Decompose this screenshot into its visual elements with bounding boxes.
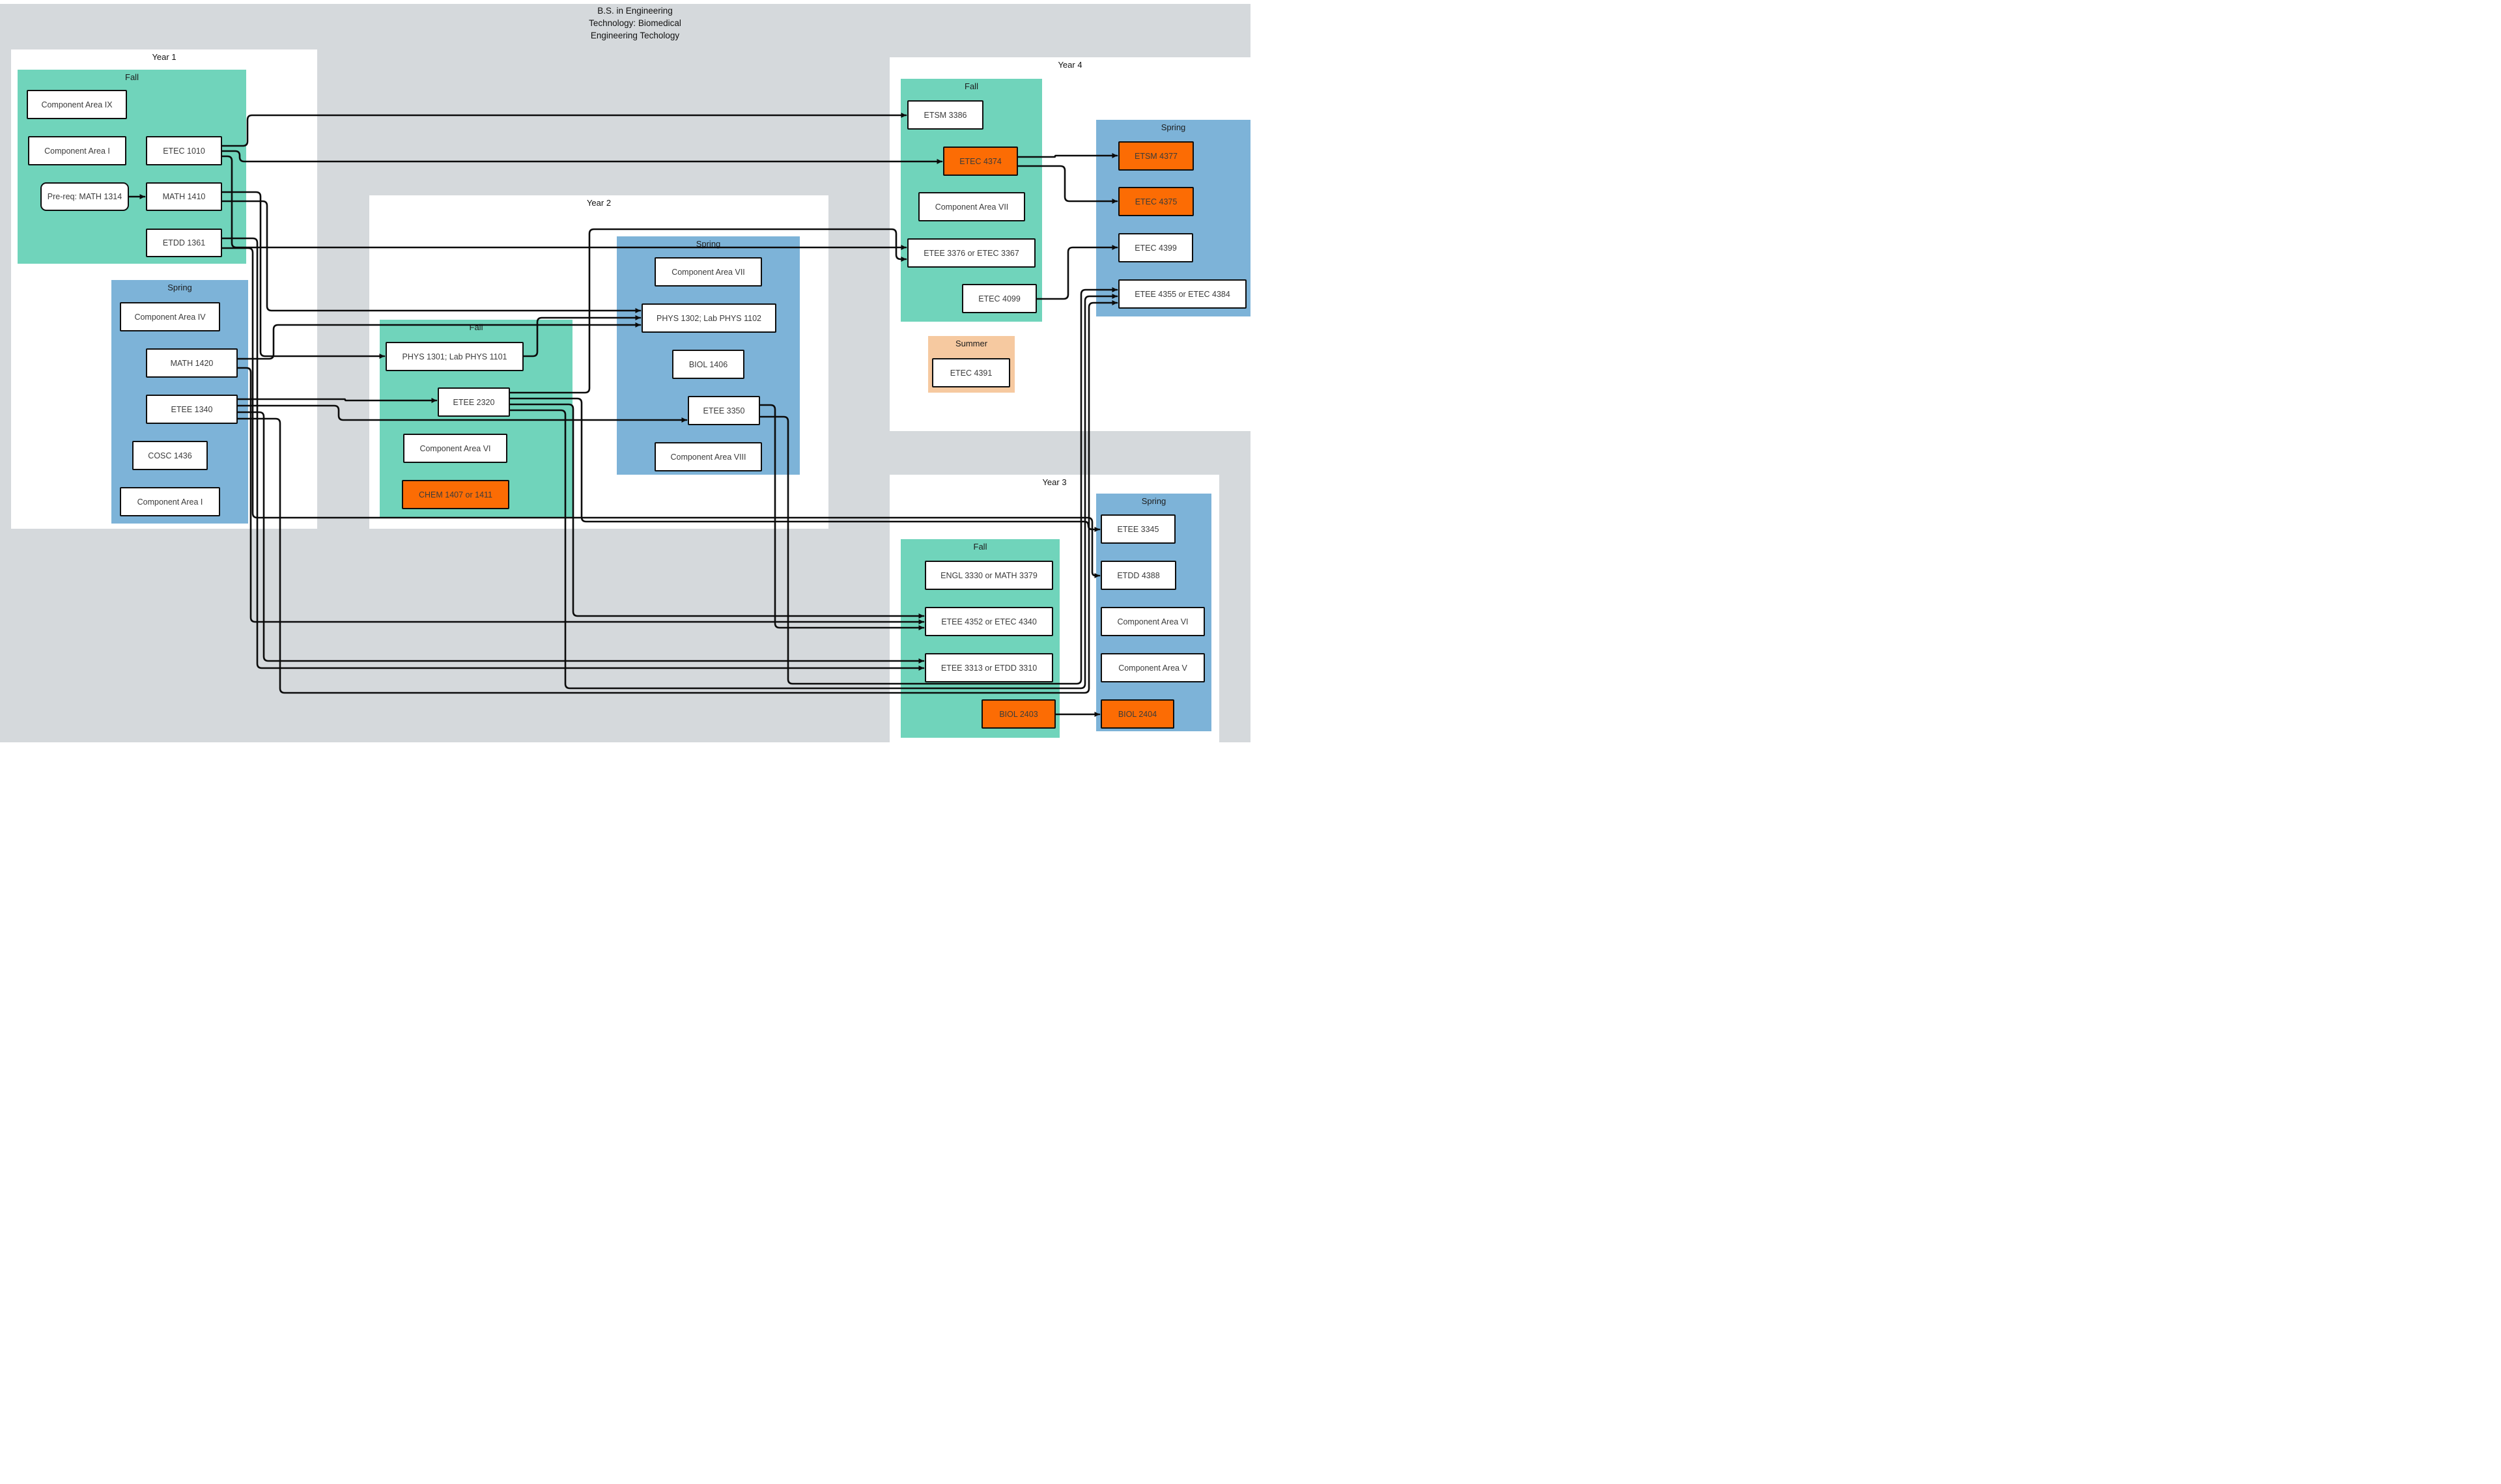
course-box-etsm4377: ETSM 4377 — [1118, 141, 1194, 171]
course-box-etec4399: ETEC 4399 — [1118, 233, 1193, 262]
edge-etee1340-to-etee3313 — [238, 412, 924, 661]
edge-etec1010-to-etec4374 — [222, 151, 942, 161]
course-box-etsm3386: ETSM 3386 — [907, 100, 983, 130]
course-box-engl3330: ENGL 3330 or MATH 3379 — [925, 561, 1053, 590]
edge-etec1010-to-etee3376 — [222, 156, 906, 247]
course-box-comp7y2: Component Area VII — [655, 257, 762, 287]
course-box-etee3376: ETEE 3376 or ETEC 3367 — [907, 238, 1036, 268]
edge-etec4099-to-etec4399 — [1037, 247, 1117, 299]
course-box-comp6y3: Component Area VI — [1101, 607, 1205, 636]
edge-etee1340-to-etee2320 — [238, 399, 436, 400]
course-box-etec4374: ETEC 4374 — [943, 147, 1018, 176]
edge-phys1301-to-phys1302 — [524, 318, 640, 356]
edge-etee2320-to-etee4352 — [510, 404, 924, 616]
course-box-biol2403: BIOL 2403 — [982, 699, 1056, 729]
course-box-etec4375: ETEC 4375 — [1118, 187, 1194, 216]
course-box-comp4: Component Area IV — [120, 302, 220, 331]
course-box-chem1407: CHEM 1407 or 1411 — [402, 480, 509, 509]
course-box-etdd4388: ETDD 4388 — [1101, 561, 1176, 590]
edge-etee2320-to-etee3345 — [510, 399, 1099, 529]
course-box-math1410: MATH 1410 — [146, 182, 222, 211]
course-box-math1314: Pre-req: MATH 1314 — [40, 182, 129, 211]
course-box-comp5: Component Area V — [1101, 653, 1205, 682]
course-box-etee1340: ETEE 1340 — [146, 395, 238, 424]
course-box-comp1s: Component Area I — [120, 487, 220, 516]
flowchart-canvas: B.S. in Engineering Technology: Biomedic… — [0, 0, 1250, 742]
course-box-biol2404: BIOL 2404 — [1101, 699, 1174, 729]
course-box-phys1301: PHYS 1301; Lab PHYS 1101 — [386, 342, 524, 371]
course-box-etee3350: ETEE 3350 — [688, 396, 760, 425]
course-box-etec1010: ETEC 1010 — [146, 136, 222, 165]
course-box-etec4099: ETEC 4099 — [962, 284, 1037, 313]
course-box-phys1302: PHYS 1302; Lab PHYS 1102 — [642, 303, 776, 333]
edge-etec4374-to-etsm4377 — [1018, 156, 1117, 157]
course-box-comp6y2: Component Area VI — [403, 434, 507, 463]
course-box-etee4352: ETEE 4352 or ETEC 4340 — [925, 607, 1053, 636]
course-box-etee4355: ETEE 4355 or ETEC 4384 — [1118, 279, 1247, 309]
edge-math1410-to-phys1302 — [222, 201, 640, 311]
course-box-etee3313: ETEE 3313 or ETDD 3310 — [925, 653, 1053, 682]
edge-etee3350-to-etee4352 — [760, 405, 924, 628]
course-box-comp9: Component Area IX — [27, 90, 127, 119]
course-box-etec4391: ETEC 4391 — [932, 358, 1010, 387]
course-box-comp1f: Component Area I — [28, 136, 126, 165]
course-box-etdd1361: ETDD 1361 — [146, 229, 222, 257]
course-box-etee2320: ETEE 2320 — [438, 387, 510, 417]
course-box-comp7y4: Component Area VII — [918, 192, 1025, 221]
course-box-math1420: MATH 1420 — [146, 348, 238, 378]
course-box-cosc1436: COSC 1436 — [132, 441, 208, 470]
edge-math1420-to-etee4352 — [238, 368, 924, 622]
edge-etec4374-to-etec4375 — [1018, 166, 1117, 201]
course-box-etee3345: ETEE 3345 — [1101, 514, 1176, 544]
edge-etec1010-to-etsm3386 — [222, 115, 906, 146]
edge-math1410-to-phys1301 — [222, 192, 384, 356]
course-box-biol1406: BIOL 1406 — [672, 350, 744, 379]
course-box-comp8: Component Area VIII — [655, 442, 762, 471]
